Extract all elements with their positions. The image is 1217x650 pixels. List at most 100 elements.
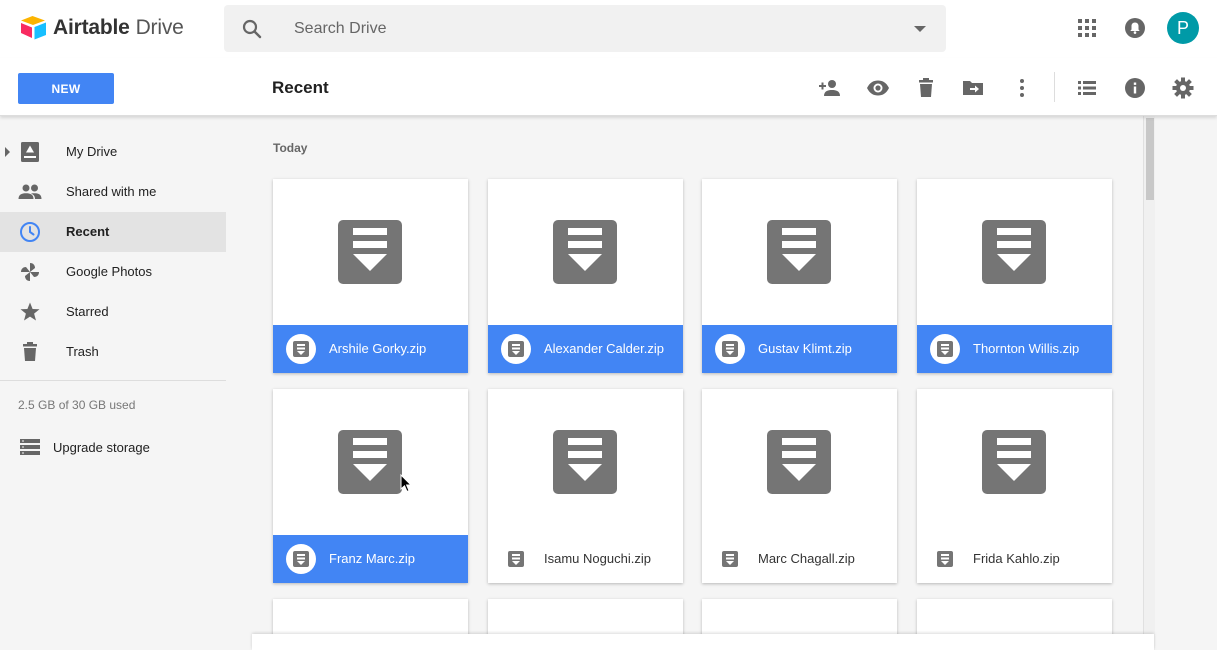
file-card[interactable]: Gustav Klimt.zip: [702, 179, 897, 373]
storage-icon: [20, 439, 40, 455]
clock-icon: [20, 222, 40, 242]
sidebar-item-my-drive[interactable]: My Drive: [0, 132, 226, 172]
file-card[interactable]: [273, 599, 468, 639]
search-bar[interactable]: [224, 5, 946, 52]
move-to-folder-icon[interactable]: [961, 76, 985, 100]
file-name: Marc Chagall.zip: [758, 551, 855, 566]
brand-name: Airtable: [53, 16, 130, 39]
file-type-badge: [286, 334, 316, 364]
mouse-pointer-icon: [400, 474, 412, 493]
preview-eye-icon[interactable]: [866, 76, 890, 100]
file-type-badge: [715, 544, 745, 574]
info-icon[interactable]: [1123, 76, 1147, 100]
app-logo[interactable]: Airtable Drive: [19, 14, 184, 42]
file-card-footer: Frida Kahlo.zip: [917, 535, 1112, 583]
file-card-footer: Arshile Gorky.zip: [273, 325, 468, 373]
sidebar-divider: [0, 380, 226, 381]
add-person-icon[interactable]: [818, 76, 842, 100]
zip-file-icon: [293, 341, 309, 357]
sidebar-item-label: My Drive: [66, 144, 118, 159]
star-icon: [20, 302, 40, 321]
my-drive-icon: [21, 142, 39, 162]
file-card[interactable]: [702, 599, 897, 639]
action-bar: NEW Recent: [0, 58, 1217, 116]
main-content: Today Arshile Gorky.zip Alexander Calder…: [250, 116, 1217, 650]
sidebar-item-recent[interactable]: Recent: [0, 212, 226, 252]
zip-file-icon: [722, 551, 738, 567]
new-button[interactable]: NEW: [18, 73, 114, 104]
zip-archive-icon: [767, 220, 831, 284]
toolbar-divider: [1054, 72, 1055, 102]
zip-file-icon: [722, 341, 738, 357]
search-options-dropdown-icon[interactable]: [914, 26, 926, 32]
sidebar-item-label: Google Photos: [66, 264, 153, 279]
app-title: Airtable Drive: [53, 16, 184, 40]
file-card-footer: Isamu Noguchi.zip: [488, 535, 683, 583]
file-card[interactable]: [488, 599, 683, 639]
file-type-badge: [930, 544, 960, 574]
more-vert-icon[interactable]: [1010, 76, 1034, 100]
file-card[interactable]: Franz Marc.zip: [273, 389, 468, 583]
list-view-icon[interactable]: [1075, 76, 1099, 100]
file-name: Thornton Willis.zip: [973, 341, 1080, 356]
zip-file-icon: [508, 551, 524, 567]
sidebar-item-label: Trash: [66, 344, 99, 359]
file-name: Franz Marc.zip: [329, 551, 415, 566]
file-type-badge: [286, 544, 316, 574]
zip-archive-icon: [767, 430, 831, 494]
file-type-badge: [501, 544, 531, 574]
file-card[interactable]: Marc Chagall.zip: [702, 389, 897, 583]
file-card-footer: Thornton Willis.zip: [917, 325, 1112, 373]
file-card[interactable]: [917, 599, 1112, 639]
file-type-badge: [930, 334, 960, 364]
apps-grid-icon[interactable]: [1075, 16, 1099, 40]
sidebar-item-label: Shared with me: [66, 184, 157, 199]
people-icon: [18, 184, 42, 199]
scrollbar-thumb[interactable]: [1146, 118, 1154, 200]
file-card[interactable]: Alexander Calder.zip: [488, 179, 683, 373]
delete-icon[interactable]: [914, 76, 938, 100]
zip-archive-icon: [982, 430, 1046, 494]
sidebar-item-trash[interactable]: Trash: [0, 332, 226, 372]
sidebar-item-starred[interactable]: Starred: [0, 292, 226, 332]
zip-file-icon: [937, 551, 953, 567]
file-card[interactable]: Isamu Noguchi.zip: [488, 389, 683, 583]
sidebar: My Drive Shared with me Recent Google Ph…: [0, 116, 250, 650]
zip-file-icon: [937, 341, 953, 357]
file-name: Arshile Gorky.zip: [329, 341, 427, 356]
search-icon[interactable]: [240, 17, 264, 41]
file-name: Frida Kahlo.zip: [973, 551, 1060, 566]
file-type-badge: [501, 334, 531, 364]
content-scrollbar[interactable]: [1143, 116, 1155, 650]
file-name: Alexander Calder.zip: [544, 341, 664, 356]
file-card[interactable]: Thornton Willis.zip: [917, 179, 1112, 373]
zip-archive-icon: [338, 220, 402, 284]
section-heading-today: Today: [273, 141, 308, 155]
settings-gear-icon[interactable]: [1171, 76, 1195, 100]
notifications-bell-icon[interactable]: [1123, 16, 1147, 40]
search-input[interactable]: [294, 5, 894, 52]
file-name: Isamu Noguchi.zip: [544, 551, 651, 566]
user-avatar[interactable]: P: [1167, 12, 1199, 44]
top-bar: AirtableDrive P: [0, 0, 1217, 58]
page-title: Recent: [272, 78, 329, 97]
expand-caret-icon[interactable]: [5, 147, 10, 157]
file-card[interactable]: Arshile Gorky.zip: [273, 179, 468, 373]
bottom-panel-edge: [252, 634, 1154, 650]
sidebar-item-label: Starred: [66, 304, 109, 319]
upgrade-storage-label: Upgrade storage: [53, 440, 150, 455]
sidebar-item-google-photos[interactable]: Google Photos: [0, 252, 226, 292]
upgrade-storage-link[interactable]: Upgrade storage: [0, 432, 226, 462]
zip-file-icon: [293, 551, 309, 567]
file-card-footer: Gustav Klimt.zip: [702, 325, 897, 373]
pinwheel-icon: [21, 263, 39, 281]
file-card-footer: Alexander Calder.zip: [488, 325, 683, 373]
file-card[interactable]: Frida Kahlo.zip: [917, 389, 1112, 583]
file-type-badge: [715, 334, 745, 364]
sidebar-item-shared-with-me[interactable]: Shared with me: [0, 172, 226, 212]
file-card-footer: Franz Marc.zip: [273, 535, 468, 583]
zip-archive-icon: [982, 220, 1046, 284]
sidebar-item-label: Recent: [66, 224, 110, 239]
zip-archive-icon: [553, 430, 617, 494]
zip-archive-icon: [553, 220, 617, 284]
